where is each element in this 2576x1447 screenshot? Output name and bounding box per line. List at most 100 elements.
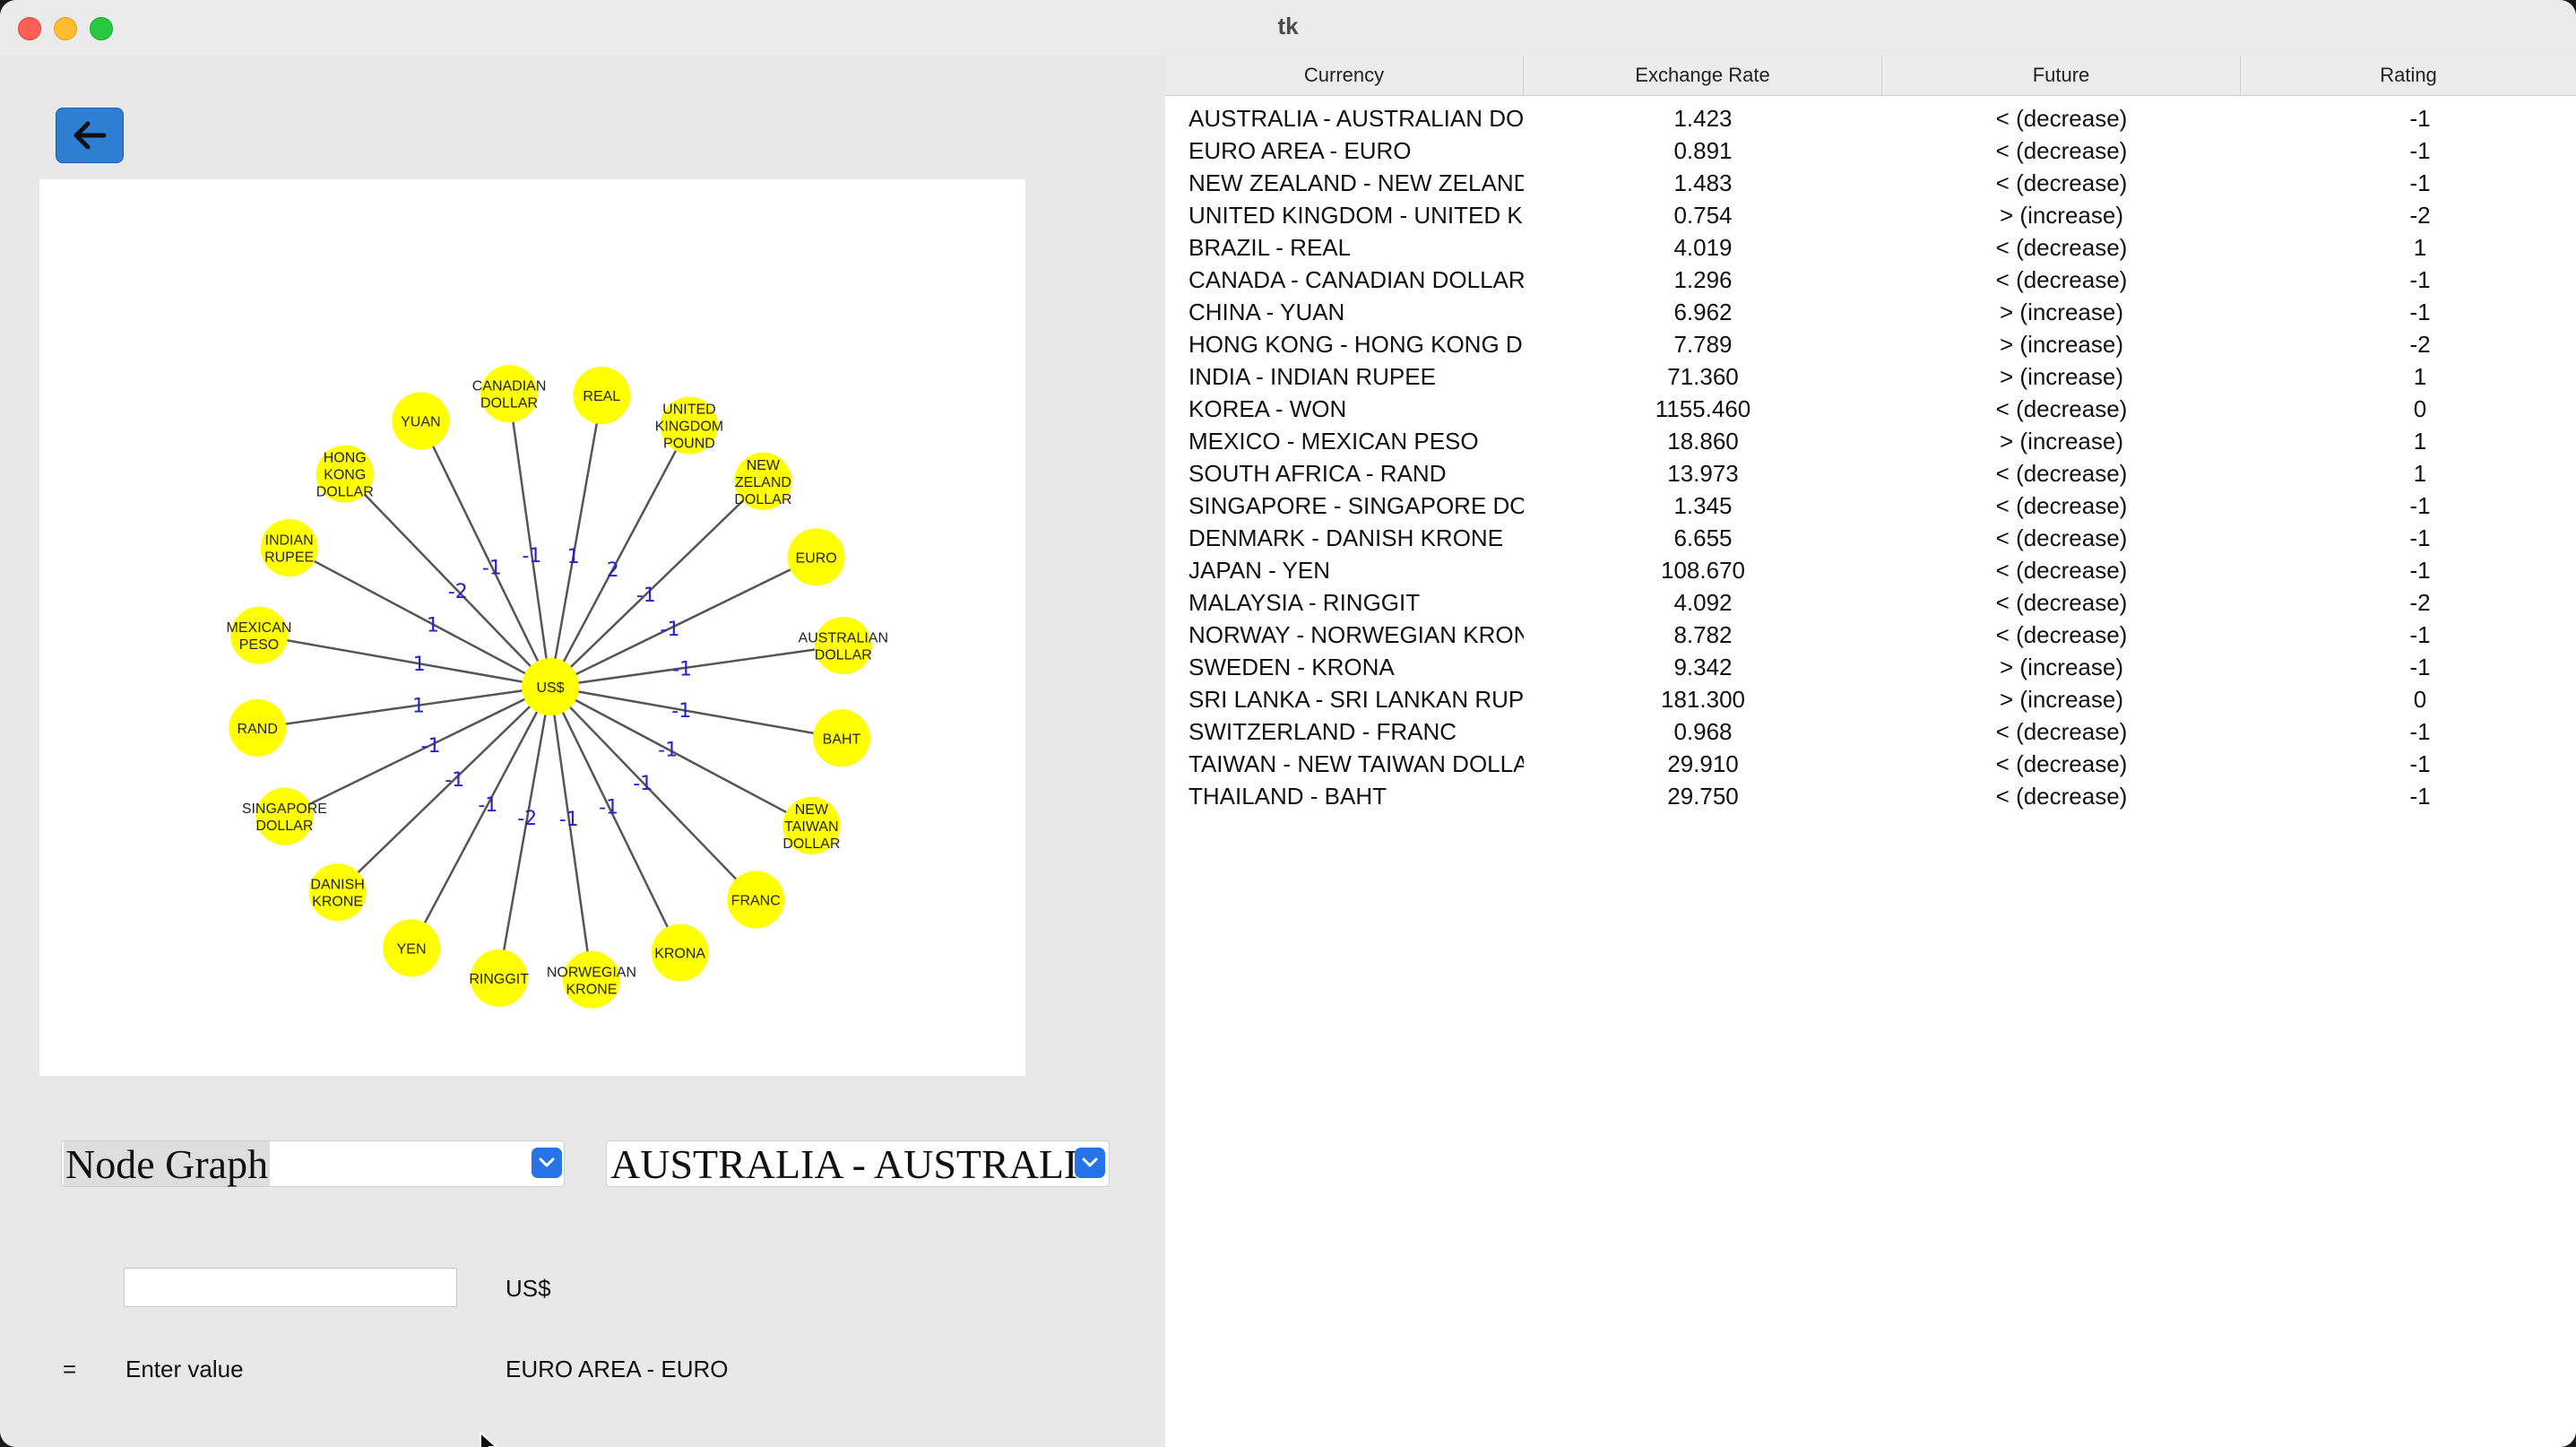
cell-future: < (decrease) (1995, 557, 2128, 584)
graph-node-label: KRONA (654, 947, 705, 962)
cell-future: < (decrease) (1995, 750, 2128, 777)
cell-currency: NORWAY - NORWEGIAN KRONE (1189, 621, 1524, 648)
graph-edge-label: -1 (672, 658, 692, 680)
cell-exchange-rate: 7.789 (1673, 331, 1733, 358)
table-row[interactable]: SINGAPORE - SINGAPORE DOLLAR 1.345 < (decr… (1165, 490, 2576, 522)
currency-select-value: AUSTRALIA - AUSTRALIAN DOLLAR (610, 1141, 1076, 1186)
column-header-exchange-rate[interactable]: Exchange Rate (1524, 56, 1882, 95)
table-row[interactable]: SWITZERLAND - FRANC 0.968 < (decrease) -1 (1165, 715, 2576, 748)
table-row[interactable]: CANADA - CANADIAN DOLLAR 1.296 < (decrease… (1165, 264, 2576, 296)
arrow-left-icon (73, 121, 107, 150)
table-row[interactable]: SRI LANKA - SRI LANKAN RUPEE 181.300 > (in… (1165, 683, 2576, 715)
app-window: tk 1 2 -1 -1 -1 -1 -1 -1 -1 -1 -2 -1 -1 -1 1 1 1 -2 -1 -1 RE… (0, 0, 2576, 1447)
cell-rating: -2 (2409, 331, 2431, 358)
table-row[interactable]: KOREA - WON 1155.460 < (decrease) 0 (1165, 393, 2576, 425)
cell-rating: 0 (2413, 395, 2427, 422)
cell-exchange-rate: 13.973 (1667, 460, 1739, 487)
cell-exchange-rate: 181.300 (1661, 686, 1745, 713)
cell-rating: -1 (2409, 750, 2431, 777)
cell-rating: -1 (2409, 492, 2431, 519)
column-header-future[interactable]: Future (1882, 56, 2241, 95)
table-row[interactable]: AUSTRALIA - AUSTRALIAN DOLLAR 1.423 < (dec… (1165, 102, 2576, 134)
cell-currency: SOUTH AFRICA - RAND (1189, 460, 1447, 487)
cell-currency: EURO AREA - EURO (1189, 137, 1412, 164)
view-mode-select[interactable]: Node Graph (61, 1140, 565, 1187)
table-row[interactable]: THAILAND - BAHT 29.750 < (decrease) -1 (1165, 780, 2576, 812)
cell-rating: -1 (2409, 299, 2431, 325)
graph-edge-label: 1 (413, 654, 426, 676)
cell-currency: JAPAN - YEN (1189, 557, 1330, 584)
cell-exchange-rate: 6.655 (1673, 524, 1733, 551)
currency-dropdown-button[interactable] (1075, 1148, 1105, 1178)
cell-currency: SINGAPORE - SINGAPORE DOLLAR (1189, 492, 1524, 519)
cell-rating: -1 (2409, 524, 2431, 551)
graph-node-label: UNITED KINGDOM POUND (655, 403, 723, 452)
column-header-rating[interactable]: Rating (2241, 56, 2576, 95)
graph-edge-label: -1 (599, 796, 618, 819)
table-row[interactable]: HONG KONG - HONG KONG DOLLAR 7.789 > (incr… (1165, 328, 2576, 360)
cell-exchange-rate: 9.342 (1673, 654, 1733, 680)
left-panel: 1 2 -1 -1 -1 -1 -1 -1 -1 -1 -2 -1 -1 -1 1 1 1 -2 -1 -1 REAL U… (0, 56, 1165, 1447)
cell-future: < (decrease) (1995, 266, 2128, 293)
back-button[interactable] (56, 108, 124, 163)
graph-edge-label: -1 (482, 558, 502, 580)
table-row[interactable]: INDIA - INDIAN RUPEE 71.360 > (increase) 1 (1165, 360, 2576, 393)
cell-exchange-rate: 29.910 (1667, 750, 1739, 777)
cell-exchange-rate: 1155.460 (1655, 395, 1751, 422)
graph-node-label: EURO (795, 550, 836, 566)
table-row[interactable]: NORWAY - NORWEGIAN KRONE 8.782 < (decrease… (1165, 619, 2576, 651)
graph-edge-label: -2 (517, 808, 537, 830)
cell-currency: SRI LANKA - SRI LANKAN RUPEE (1189, 686, 1524, 713)
cell-currency: NEW ZEALAND - NEW ZELAND DOLLAR (1189, 169, 1524, 196)
mouse-pointer-icon (480, 1431, 498, 1447)
table-row[interactable]: EURO AREA - EURO 0.891 < (decrease) -1 (1165, 134, 2576, 167)
cell-exchange-rate: 108.670 (1661, 557, 1745, 584)
currency-table: Currency Exchange Rate Future Rating AUS… (1165, 56, 2576, 1447)
cell-future: < (decrease) (1995, 137, 2128, 164)
cell-future: < (decrease) (1995, 492, 2128, 519)
view-mode-value: Node Graph (64, 1141, 271, 1187)
graph-node-label: RAND (238, 722, 278, 737)
chevron-down-icon (539, 1157, 555, 1167)
cell-rating: -2 (2409, 589, 2431, 616)
graph-edge-label: -1 (559, 809, 579, 831)
cell-rating: 1 (2413, 460, 2427, 487)
cell-currency: MALAYSIA - RINGGIT (1189, 589, 1421, 616)
column-header-currency[interactable]: Currency (1165, 56, 1524, 95)
currency-select[interactable]: AUSTRALIA - AUSTRALIAN DOLLAR (606, 1140, 1110, 1187)
table-row[interactable]: MALAYSIA - RINGGIT 4.092 < (decrease) -2 (1165, 586, 2576, 619)
equals-label: = (63, 1356, 77, 1382)
cell-rating: -1 (2409, 266, 2431, 293)
cell-exchange-rate: 0.968 (1673, 718, 1733, 745)
cell-exchange-rate: 4.092 (1673, 589, 1733, 616)
cell-currency: HONG KONG - HONG KONG DOLLAR (1189, 331, 1524, 358)
cell-exchange-rate: 1.345 (1673, 492, 1733, 519)
cell-currency: TAIWAN - NEW TAIWAN DOLLAR (1189, 750, 1524, 777)
cell-rating: -1 (2409, 137, 2431, 164)
cell-rating: -1 (2409, 557, 2431, 584)
table-row[interactable]: SWEDEN - KRONA 9.342 > (increase) -1 (1165, 651, 2576, 683)
table-row[interactable]: TAIWAN - NEW TAIWAN DOLLAR 29.910 < (decre… (1165, 748, 2576, 780)
graph-edge-label: -1 (522, 545, 541, 568)
table-row[interactable]: JAPAN - YEN 108.670 < (decrease) -1 (1165, 554, 2576, 586)
cell-currency: CHINA - YUAN (1189, 299, 1345, 325)
table-row[interactable]: NEW ZEALAND - NEW ZELAND DOLLAR 1.483 < (d… (1165, 167, 2576, 199)
table-row[interactable]: DENMARK - DANISH KRONE 6.655 < (decrease) -… (1165, 522, 2576, 554)
cell-future: < (decrease) (1995, 621, 2128, 648)
cell-rating: -1 (2409, 169, 2431, 196)
cell-future: > (increase) (2000, 331, 2123, 358)
graph-edge-label: -1 (671, 700, 691, 723)
table-row[interactable]: MEXICO - MEXICAN PESO 18.860 > (increase) 1 (1165, 425, 2576, 457)
graph-edge-label: -1 (658, 740, 678, 762)
view-mode-dropdown-button[interactable] (532, 1148, 562, 1178)
cell-exchange-rate: 0.891 (1673, 137, 1733, 164)
table-row[interactable]: SOUTH AFRICA - RAND 13.973 < (decrease) 1 (1165, 457, 2576, 490)
amount-input[interactable] (124, 1268, 457, 1307)
table-row[interactable]: CHINA - YUAN 6.962 > (increase) -1 (1165, 296, 2576, 328)
graph-edge-label: -1 (421, 735, 441, 758)
cell-future: < (decrease) (1995, 783, 2128, 810)
cell-rating: -1 (2409, 718, 2431, 745)
cell-future: < (decrease) (1995, 589, 2128, 616)
table-row[interactable]: BRAZIL - REAL 4.019 < (decrease) 1 (1165, 231, 2576, 264)
table-row[interactable]: UNITED KINGDOM - UNITED KINGDOM POUND 0.7… (1165, 199, 2576, 231)
